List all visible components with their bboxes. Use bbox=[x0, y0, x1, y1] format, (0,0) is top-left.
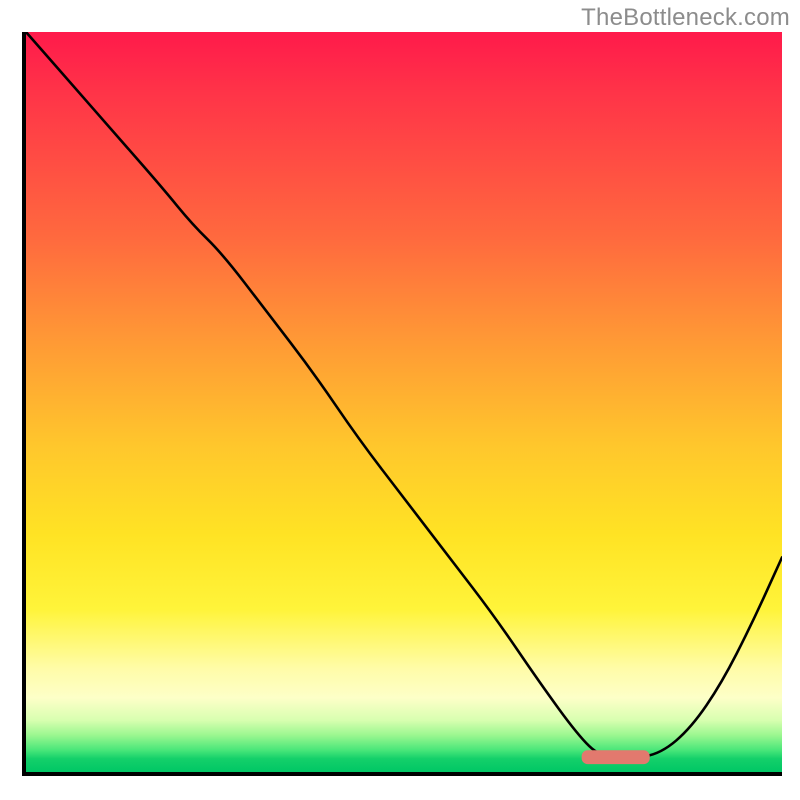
plot-area bbox=[22, 32, 782, 776]
chart-svg bbox=[26, 32, 782, 772]
watermark-text: TheBottleneck.com bbox=[581, 4, 790, 32]
chart-container: TheBottleneck.com bbox=[0, 0, 800, 800]
optimal-range-marker bbox=[582, 750, 650, 764]
bottleneck-curve bbox=[26, 32, 782, 758]
